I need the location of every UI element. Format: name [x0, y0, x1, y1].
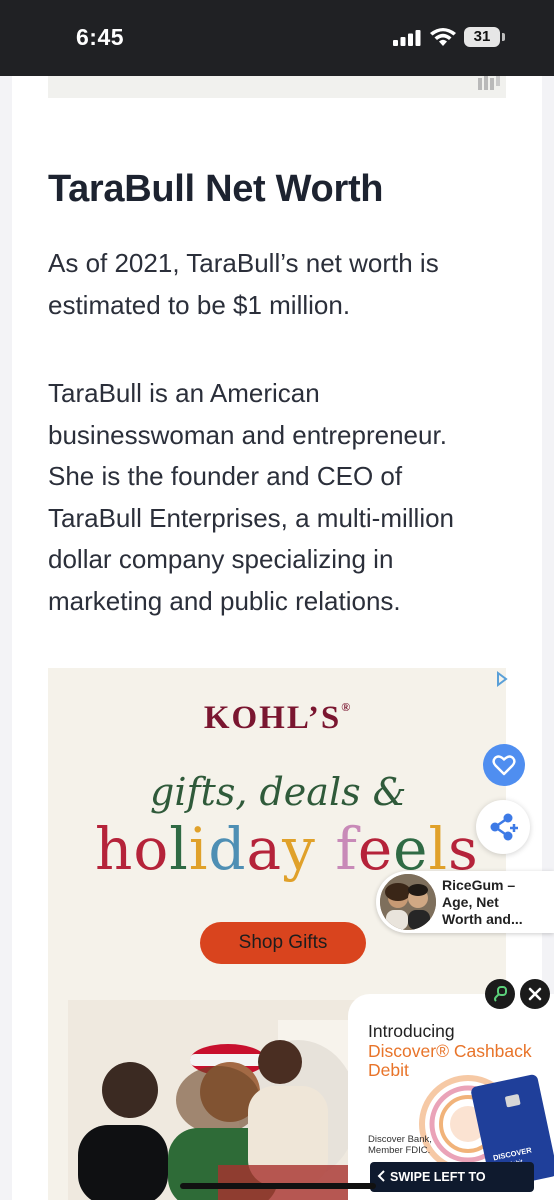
battery-icon: 31: [464, 27, 500, 47]
paragraph-line: TaraBull is an American: [48, 378, 320, 408]
paragraph-line: marketing and public relations.: [48, 585, 401, 616]
discover-ad[interactable]: Introducing Discover® Cashback Debit DIS…: [348, 994, 554, 1200]
status-bar: 6:45 31: [0, 0, 554, 76]
ad-tagline: gifts, deals &: [150, 770, 407, 814]
article-heading: TaraBull Net Worth: [48, 168, 384, 210]
recommended-title-line: RiceGum –: [442, 877, 516, 893]
heart-icon: [492, 755, 516, 776]
paragraph-line: dollar company specializing in: [48, 544, 394, 574]
headline-letter: o: [133, 815, 170, 883]
adchoices-icon[interactable]: [476, 74, 506, 92]
bio-paragraph: TaraBull is an American businesswoman an…: [48, 373, 498, 622]
chevron-left-icon: [377, 1170, 385, 1182]
headline-letter: a: [246, 815, 283, 883]
close-ad-button[interactable]: [520, 979, 550, 1009]
ad-link-button[interactable]: [485, 979, 515, 1009]
share-icon: [490, 813, 518, 841]
paragraph-line: TaraBull Enterprises, a multi-million: [48, 502, 455, 533]
headline-letter: e: [357, 815, 394, 883]
recommended-article-thumbnail[interactable]: [380, 874, 436, 930]
paragraph-line: She is the founder and CEO of: [48, 461, 403, 491]
thumbnail-image: [380, 874, 436, 930]
swipe-to-expand-bar[interactable]: SWIPE LEFT TO EXPAND: [370, 1162, 534, 1192]
share-button[interactable]: [476, 800, 530, 854]
favorite-button[interactable]: [483, 744, 525, 786]
kohls-logo-text: KOHL’S: [203, 700, 342, 736]
ad-photo[interactable]: [68, 1000, 368, 1200]
battery-tip: [502, 33, 505, 41]
close-icon: [528, 987, 542, 1001]
headline-letter: y: [282, 815, 316, 883]
headline-letter: f: [335, 815, 358, 883]
recommended-title-line: Worth and...: [442, 911, 523, 927]
fine-print-line: Member FDIC.: [368, 1144, 431, 1156]
link-icon: [494, 986, 507, 1002]
home-indicator[interactable]: [180, 1183, 376, 1189]
top-ad-remnant: [48, 76, 506, 98]
swipe-label: SWIPE LEFT TO EXPAND: [390, 1170, 486, 1184]
kohls-logo: KOHL’S®: [0, 700, 554, 737]
ad-photo-illustration: [68, 1000, 368, 1200]
status-time: 6:45: [76, 24, 125, 50]
wifi-icon: [430, 28, 456, 46]
paragraph-line: As of 2021, TaraBull’s net worth is: [48, 248, 439, 278]
paragraph-line: businesswoman and entrepreneur.: [48, 419, 447, 450]
headline-letter: [316, 815, 335, 883]
net-worth-paragraph: As of 2021, TaraBull’s net worth is esti…: [48, 243, 498, 326]
headline-letter: i: [188, 815, 209, 883]
adchoices-icon[interactable]: [494, 670, 510, 688]
recommended-article-title[interactable]: RiceGum – Age, Net Worth and...: [442, 877, 552, 928]
headline-letter: h: [95, 815, 134, 883]
paragraph-line: estimated to be $1 million.: [48, 289, 351, 320]
kohls-logo-registered: ®: [341, 700, 351, 714]
discover-intro: Introducing: [368, 1021, 455, 1041]
cellular-signal-icon: [393, 30, 421, 46]
shop-gifts-button[interactable]: Shop Gifts: [200, 922, 366, 964]
fine-print-line: Discover Bank,: [368, 1134, 432, 1145]
discover-fine-print: Discover Bank, Member FDIC.: [368, 1134, 432, 1156]
recommended-title-line: Age, Net: [442, 894, 499, 910]
cashback-line: Discover® Cashback: [368, 1041, 532, 1061]
headline-letter: d: [208, 815, 247, 883]
headline-letter: l: [169, 815, 189, 883]
